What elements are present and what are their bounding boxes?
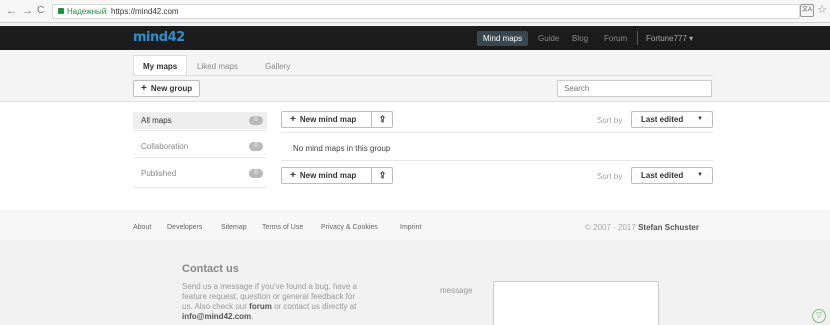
- nav-mind-maps[interactable]: Mind maps: [477, 31, 529, 46]
- new-mind-map-label: New mind map: [299, 171, 357, 180]
- search-input[interactable]: [557, 80, 712, 97]
- url-text[interactable]: https://mind42.com: [111, 5, 179, 18]
- content-divider: [281, 160, 713, 161]
- reload-icon[interactable]: C: [37, 5, 44, 16]
- import-file-icon[interactable]: ⇪: [371, 168, 393, 183]
- tab-liked-maps[interactable]: Liked maps: [187, 55, 248, 76]
- contact-text-2: or contact us directly at: [274, 302, 357, 311]
- secure-label: Надежный: [67, 7, 107, 16]
- sidebar-divider: [133, 187, 267, 188]
- back-icon[interactable]: ←: [6, 5, 17, 17]
- count-badge: 0: [249, 142, 263, 151]
- footer-link-sitemap[interactable]: Sitemap: [221, 224, 247, 231]
- plus-icon: +: [141, 83, 147, 94]
- new-mind-map-split-button-top: + New mind map ⇪: [281, 111, 393, 128]
- forum-link[interactable]: forum: [249, 302, 272, 311]
- caret-down-icon: ▼: [697, 116, 703, 122]
- sidebar-item-published[interactable]: Published 0: [133, 165, 267, 182]
- copyright-years: © 2007 - 2017: [585, 223, 636, 232]
- footer-link-terms[interactable]: Terms of Use: [262, 224, 303, 231]
- star-icon[interactable]: ☆: [817, 3, 827, 16]
- nav-divider: [637, 31, 638, 45]
- lock-icon: [58, 8, 64, 14]
- tab-gallery[interactable]: Gallery: [255, 55, 300, 76]
- contact-text: Send us a message if you've found a bug,…: [182, 282, 367, 322]
- plus-icon: +: [290, 170, 296, 181]
- footer-link-privacy[interactable]: Privacy & Cookies: [321, 224, 378, 231]
- new-mind-map-split-button-bottom: + New mind map ⇪: [281, 167, 393, 184]
- sidebar-item-all-maps[interactable]: All maps 0: [133, 112, 267, 129]
- sidebar-item-label: Published: [141, 169, 177, 178]
- footer-link-about[interactable]: About: [133, 224, 151, 231]
- sort-value: Last edited: [641, 115, 684, 124]
- import-file-icon[interactable]: ⇪: [371, 112, 393, 127]
- sort-by-label: Sort by: [597, 172, 623, 181]
- new-mind-map-label: New mind map: [299, 115, 357, 124]
- address-bar[interactable]: Надежный | https://mind42.com: [52, 4, 800, 19]
- footer-link-imprint[interactable]: Imprint: [400, 224, 421, 231]
- address-separator: |: [105, 7, 108, 16]
- copyright-name: Stefan Schuster: [638, 223, 699, 232]
- browser-toolbar: ← → C Надежный | https://mind42.com 文A ☆: [0, 0, 830, 23]
- nav-forum[interactable]: Forum: [604, 34, 627, 43]
- content-divider: [281, 132, 713, 133]
- app-navbar: mind42 Mind maps Guide Blog Forum Fortun…: [0, 26, 830, 50]
- nav-guide[interactable]: Guide: [538, 34, 559, 43]
- sort-value: Last edited: [641, 171, 684, 180]
- email-link[interactable]: info@mind42.com: [182, 312, 251, 321]
- sidebar-item-label: All maps: [141, 116, 172, 125]
- sidebar-item-collaboration[interactable]: Collaboration 0: [133, 138, 267, 155]
- new-mind-map-button[interactable]: + New mind map: [282, 112, 370, 127]
- sidebar-divider: [133, 130, 267, 131]
- footer-link-developers[interactable]: Developers: [167, 224, 202, 231]
- sidebar-divider: [133, 157, 267, 158]
- empty-message: No mind maps in this group: [293, 144, 391, 153]
- nav-blog[interactable]: Blog: [572, 34, 588, 43]
- translate-icon[interactable]: 文A: [800, 4, 814, 17]
- tab-my-maps[interactable]: My maps: [133, 55, 188, 76]
- mind42-logo[interactable]: mind42: [133, 30, 185, 45]
- shield-icon[interactable]: ▽: [812, 309, 826, 323]
- contact-text-3: .: [251, 312, 254, 321]
- sidebar-item-label: Collaboration: [141, 142, 189, 151]
- count-badge: 0: [249, 169, 263, 178]
- new-group-button[interactable]: + New group: [133, 80, 201, 97]
- message-textarea[interactable]: [493, 281, 659, 325]
- new-group-label: New group: [150, 84, 193, 93]
- new-mind-map-button[interactable]: + New mind map: [282, 168, 370, 183]
- message-label: message: [440, 286, 473, 295]
- count-badge: 0: [249, 116, 263, 125]
- contact-title: Contact us: [182, 263, 239, 275]
- forward-icon[interactable]: →: [22, 5, 33, 17]
- tabs-underline: [133, 75, 713, 76]
- plus-icon: +: [290, 114, 296, 125]
- copyright: © 2007 - 2017 Stefan Schuster: [585, 223, 699, 232]
- caret-down-icon: ▼: [697, 172, 703, 178]
- sort-by-label: Sort by: [597, 116, 623, 125]
- sort-dropdown[interactable]: Last edited ▼: [631, 111, 713, 128]
- user-menu[interactable]: Fortune777 ▾: [646, 34, 693, 43]
- sort-dropdown[interactable]: Last edited ▼: [631, 167, 713, 184]
